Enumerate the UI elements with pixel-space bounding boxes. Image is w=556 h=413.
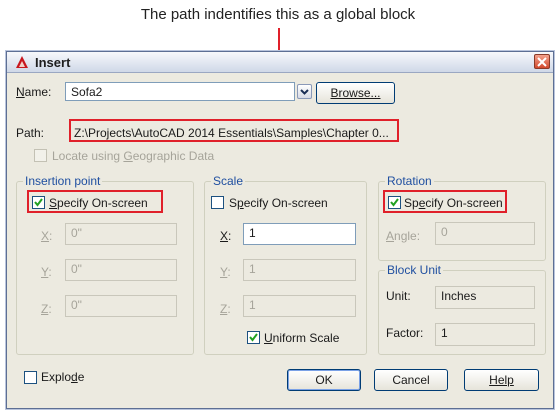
insertion-y-label: Y:: [41, 265, 52, 279]
autocad-logo-icon: [16, 56, 28, 68]
annotation-caption: The path indentifies this as a global bl…: [140, 6, 416, 23]
checkmark-icon: [249, 333, 258, 342]
cancel-button[interactable]: Cancel: [374, 369, 448, 391]
angle-value: 0: [441, 225, 448, 239]
insertion-point-title: Insertion point: [23, 174, 103, 188]
rotation-specify-highlight: [383, 190, 507, 213]
path-highlight: [69, 119, 399, 142]
help-button[interactable]: Help: [464, 369, 539, 391]
insertion-x-label: X:: [41, 229, 53, 243]
scale-x-label: X:: [220, 229, 232, 243]
help-label: Help: [489, 373, 514, 387]
insertion-z-input[interactable]: 0": [65, 295, 177, 317]
scale-title: Scale: [211, 174, 246, 188]
insertion-x-value: 0": [71, 226, 82, 240]
insertion-y-input[interactable]: 0": [65, 259, 177, 281]
explode-label: Explode: [41, 370, 85, 384]
angle-label: Angle:: [386, 229, 421, 243]
scale-z-input[interactable]: 1: [243, 295, 356, 317]
scale-y-input[interactable]: 1: [243, 259, 356, 281]
title-bar[interactable]: Insert: [7, 52, 553, 73]
scale-x-value: 1: [249, 226, 256, 240]
browse-label: Browse...: [330, 86, 381, 100]
name-label: Name:: [16, 85, 52, 99]
unit-field: Inches: [435, 286, 535, 309]
scale-specify-checkbox[interactable]: [211, 196, 224, 209]
scale-z-value: 1: [249, 298, 256, 312]
unit-label: Unit:: [386, 289, 411, 303]
scale-specify-label: Specify On-screen: [229, 196, 328, 210]
ok-label: OK: [315, 373, 333, 387]
insertion-specify-highlight: [27, 190, 163, 213]
scale-x-input[interactable]: 1: [243, 223, 356, 245]
geo-checkbox[interactable]: [34, 149, 47, 162]
ok-button[interactable]: OK: [287, 369, 361, 391]
dialog-title: Insert: [35, 55, 71, 70]
scale-z-label: Z:: [220, 302, 231, 316]
insert-dialog: Insert Name: Sofa2 Browse... Path: Z:\Pr…: [6, 51, 554, 409]
name-dropdown-button[interactable]: [297, 84, 312, 99]
close-icon: [537, 57, 547, 67]
chevron-down-icon: [300, 89, 309, 95]
name-combobox[interactable]: Sofa2: [65, 82, 295, 101]
browse-button[interactable]: Browse...: [316, 82, 395, 104]
insertion-z-label: Z:: [41, 302, 52, 316]
geo-label: Locate using Geographic Data: [52, 149, 215, 163]
uniform-scale-checkbox[interactable]: [247, 331, 260, 344]
insertion-z-value: 0": [71, 298, 82, 312]
uniform-scale-label: Uniform Scale: [264, 331, 340, 345]
factor-label: Factor:: [386, 326, 424, 340]
explode-checkbox[interactable]: [24, 371, 37, 384]
insertion-y-value: 0": [71, 262, 82, 276]
angle-input[interactable]: 0: [435, 222, 535, 245]
scale-y-value: 1: [249, 262, 256, 276]
factor-value: 1: [441, 326, 448, 340]
name-value: Sofa2: [71, 85, 103, 99]
block-unit-title: Block Unit: [385, 263, 444, 277]
unit-value: Inches: [441, 289, 477, 303]
scale-y-label: Y:: [220, 265, 231, 279]
cancel-label: Cancel: [392, 373, 430, 387]
insertion-x-input[interactable]: 0": [65, 223, 177, 245]
rotation-title: Rotation: [385, 174, 434, 188]
close-button[interactable]: [534, 54, 550, 69]
path-label: Path:: [16, 126, 45, 140]
factor-field: 1: [435, 323, 535, 346]
